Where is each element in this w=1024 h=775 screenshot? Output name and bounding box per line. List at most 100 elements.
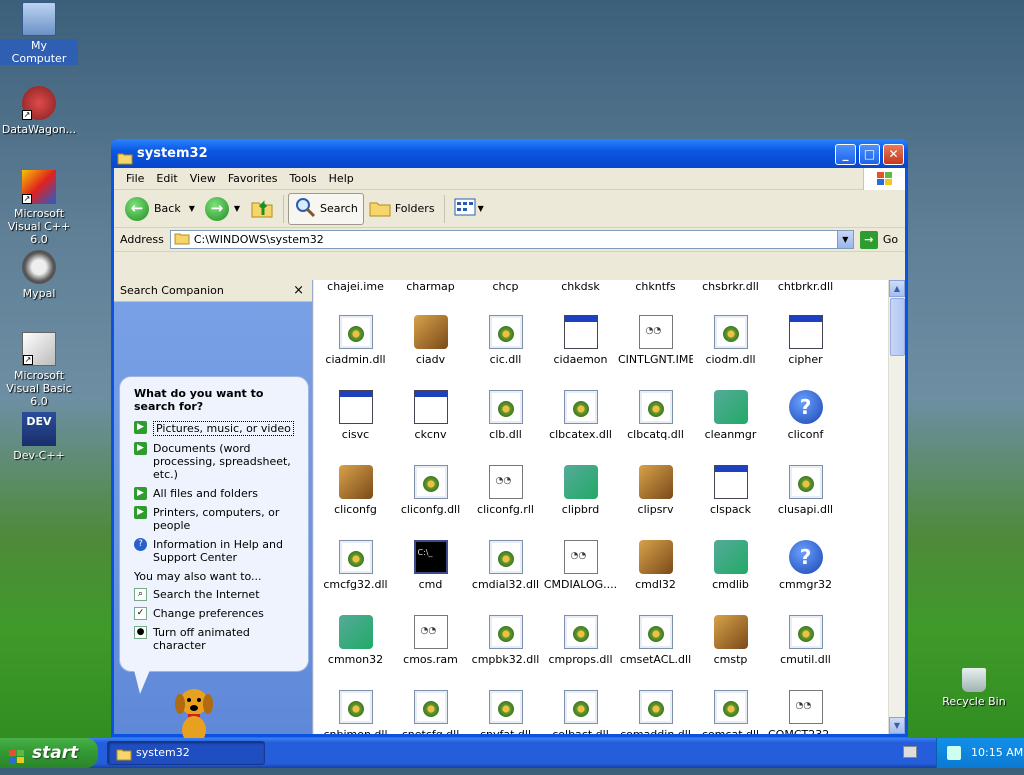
file-item[interactable]: cic.dll	[468, 315, 543, 366]
file-item[interactable]: cliconfg	[318, 465, 393, 516]
file-item[interactable]: ciadv	[393, 315, 468, 366]
file-item[interactable]: clipsrv	[618, 465, 693, 516]
file-item[interactable]: cidaemon	[543, 315, 618, 366]
tray-network-icon[interactable]	[947, 746, 961, 760]
file-item[interactable]: clspack	[693, 465, 768, 516]
file-item[interactable]: cnvfat.dll	[468, 690, 543, 734]
file-item[interactable]: chcp	[468, 280, 543, 293]
file-item[interactable]: cmdial32.dll	[468, 540, 543, 591]
file-item[interactable]: chajei.ime	[318, 280, 393, 293]
menu-favorites[interactable]: Favorites	[222, 172, 284, 185]
file-item[interactable]: cnetcfg.dll	[393, 690, 468, 734]
minimize-button[interactable]: _	[835, 144, 856, 165]
desktop-icon-dev-cpp[interactable]: DEV Dev-C++	[0, 412, 78, 462]
shortcut-arrow-icon: ↗	[22, 194, 32, 204]
file-item[interactable]: clbcatq.dll	[618, 390, 693, 441]
views-button[interactable]: ▼	[449, 193, 489, 225]
close-button[interactable]: ✕	[883, 144, 904, 165]
menu-bar: File Edit View Favorites Tools Help	[114, 168, 905, 190]
option-search-internet[interactable]: ⌕ Search the Internet	[134, 588, 300, 601]
file-item[interactable]: cmutil.dll	[768, 615, 843, 666]
file-item[interactable]: ciadmin.dll	[318, 315, 393, 366]
desktop-icon-mypal[interactable]: Mypal	[0, 250, 78, 300]
file-item[interactable]: cmdl32	[618, 540, 693, 591]
file-item[interactable]: CMDIALOG....	[543, 540, 618, 591]
file-item[interactable]: cisvc	[318, 390, 393, 441]
option-turn-off-character[interactable]: ● Turn off animated character	[134, 626, 300, 652]
menu-help[interactable]: Help	[323, 172, 360, 185]
file-item[interactable]: clipbrd	[543, 465, 618, 516]
close-pane-button[interactable]: ×	[293, 280, 304, 302]
file-item[interactable]: cleanmgr	[693, 390, 768, 441]
file-item[interactable]: cmdlib	[693, 540, 768, 591]
option-pictures-music-video[interactable]: ▶ Pictures, music, or video	[134, 421, 300, 436]
desktop-icon-visual-cpp[interactable]: ↗ Microsoft Visual C++ 6.0	[0, 170, 78, 246]
up-folder-button[interactable]	[245, 193, 279, 225]
file-item[interactable]: C:\_ cmd	[393, 540, 468, 591]
file-item[interactable]: CINTLGNT.IME	[618, 315, 693, 366]
file-item[interactable]: cmcfg32.dll	[318, 540, 393, 591]
file-item[interactable]: ckcnv	[393, 390, 468, 441]
file-item[interactable]: ? cmmgr32	[768, 540, 843, 591]
desktop-icon-recycle-bin[interactable]: Recycle Bin	[934, 668, 1014, 708]
option-help-center[interactable]: ? Information in Help and Support Center	[134, 538, 300, 564]
file-item[interactable]: cliconfg.dll	[393, 465, 468, 516]
chevron-down-icon[interactable]: ▼	[234, 204, 240, 213]
file-item[interactable]: cmsetACL.dll	[618, 615, 693, 666]
address-dropdown-button[interactable]: ▼	[836, 231, 853, 248]
file-item[interactable]: comaddin.dll	[618, 690, 693, 734]
file-name: cmprops.dll	[548, 653, 613, 666]
file-item[interactable]: cmprops.dll	[543, 615, 618, 666]
file-item[interactable]: charmap	[393, 280, 468, 293]
chevron-down-icon[interactable]: ▼	[189, 204, 195, 213]
desktop-icon-datawagon[interactable]: ↗ DataWagon...	[0, 86, 78, 136]
option-printers-computers[interactable]: ▶ Printers, computers, or people	[134, 506, 300, 532]
address-input[interactable]: C:\WINDOWS\system32 ▼	[169, 230, 854, 249]
desktop-icon-visual-basic[interactable]: ↗ Microsoft Visual Basic 6.0	[0, 332, 78, 408]
taskbar-button-system32[interactable]: system32	[107, 741, 265, 765]
desktop-icon-my-computer[interactable]: My Computer	[0, 2, 78, 65]
keyboard-icon[interactable]	[903, 746, 917, 758]
file-item[interactable]: ciodm.dll	[693, 315, 768, 366]
menu-tools[interactable]: Tools	[284, 172, 323, 185]
option-documents[interactable]: ▶ Documents (word processing, spreadsheet…	[134, 442, 300, 481]
file-item[interactable]: cmmon32	[318, 615, 393, 666]
scroll-thumb[interactable]	[890, 298, 905, 356]
file-item[interactable]: chkntfs	[618, 280, 693, 293]
folders-button[interactable]: Folders	[364, 193, 440, 225]
clock[interactable]: 10:15 AM	[971, 746, 1023, 759]
menu-view[interactable]: View	[184, 172, 222, 185]
search-button[interactable]: Search	[288, 192, 364, 225]
file-item[interactable]: cnbjmon.dll	[318, 690, 393, 734]
file-item[interactable]: chsbrkr.dll	[693, 280, 768, 293]
vertical-scrollbar[interactable]: ▲ ▼	[888, 280, 905, 734]
file-item[interactable]: cliconfg.rll	[468, 465, 543, 516]
file-item[interactable]: cmstp	[693, 615, 768, 666]
file-item[interactable]: COMCT232....	[768, 690, 843, 734]
file-item[interactable]: chtbrkr.dll	[768, 280, 843, 293]
title-bar[interactable]: system32 _ □ ✕	[111, 139, 908, 168]
maximize-button[interactable]: □	[859, 144, 880, 165]
file-name: cliconfg.dll	[400, 503, 461, 516]
file-item[interactable]: colbact.dll	[543, 690, 618, 734]
scroll-up-button[interactable]: ▲	[889, 280, 905, 297]
file-item[interactable]: cmos.ram	[393, 615, 468, 666]
menu-file[interactable]: File	[120, 172, 150, 185]
option-change-preferences[interactable]: ✓ Change preferences	[134, 607, 300, 620]
menu-edit[interactable]: Edit	[150, 172, 183, 185]
forward-button[interactable]: → ▼	[200, 193, 245, 225]
file-item[interactable]: clusapi.dll	[768, 465, 843, 516]
file-item[interactable]: cmpbk32.dll	[468, 615, 543, 666]
scroll-down-button[interactable]: ▼	[889, 717, 905, 734]
datawagon-icon: ↗	[22, 86, 56, 120]
file-item[interactable]: clb.dll	[468, 390, 543, 441]
option-all-files[interactable]: ▶ All files and folders	[134, 487, 300, 500]
go-button[interactable]: → Go	[859, 230, 898, 249]
file-item[interactable]: cipher	[768, 315, 843, 366]
back-button[interactable]: ← Back ▼	[120, 193, 200, 225]
file-item[interactable]: comcat.dll	[693, 690, 768, 734]
start-button[interactable]: start	[0, 738, 98, 768]
file-item[interactable]: chkdsk	[543, 280, 618, 293]
file-item[interactable]: ? cliconf	[768, 390, 843, 441]
file-item[interactable]: clbcatex.dll	[543, 390, 618, 441]
